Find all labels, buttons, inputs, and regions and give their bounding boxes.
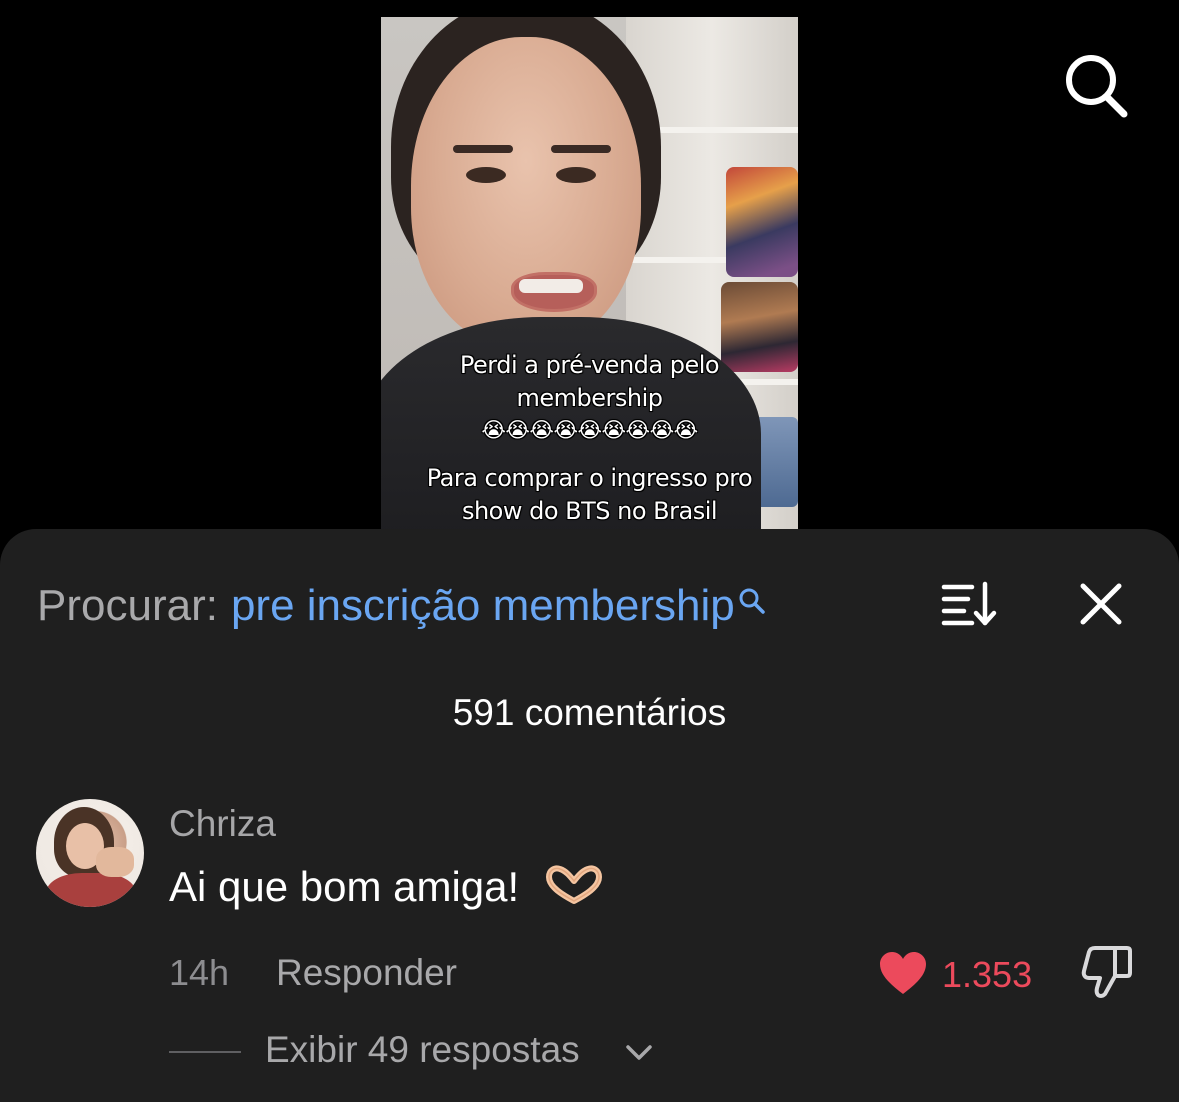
heart-icon bbox=[878, 950, 928, 1001]
caption-line: show do BTS no Brasil bbox=[461, 497, 718, 525]
avatar[interactable] bbox=[36, 799, 144, 907]
comment-timestamp: 14h bbox=[169, 952, 230, 993]
view-replies-button[interactable]: Exibir 49 respostas bbox=[169, 1029, 769, 1079]
heart-hands-icon bbox=[545, 865, 603, 905]
comment-count: 591 comentários bbox=[452, 692, 727, 733]
comment-text: Ai que bom amiga! bbox=[169, 863, 603, 911]
avatar-arm bbox=[96, 847, 134, 877]
video-preview[interactable]: Perdi a pré-venda pelo membership 😭😭😭😭😭😭… bbox=[381, 17, 798, 537]
chevron-down-icon bbox=[625, 1043, 653, 1063]
like-count: 1.353 bbox=[942, 954, 1033, 995]
reply-button[interactable]: Responder bbox=[276, 952, 457, 994]
comment-item: Chriza Ai que bom amiga! 14h Responder 1… bbox=[0, 797, 1179, 1102]
brow bbox=[551, 145, 611, 153]
like-button[interactable]: 1.353 bbox=[878, 947, 1032, 1003]
comment-search-bar[interactable]: Procurar: pre inscrição membership bbox=[37, 576, 917, 636]
replies-divider bbox=[169, 1051, 241, 1053]
caption-emoji: 😭😭😭😭😭😭😭😭😭 bbox=[481, 418, 698, 442]
comment-text-body: Ai que bom amiga! bbox=[169, 863, 520, 910]
brow bbox=[453, 145, 513, 153]
clothes-pile bbox=[726, 167, 798, 277]
video-caption-bottom: Para comprar o ingresso pro show do BTS … bbox=[381, 462, 798, 528]
avatar-shirt bbox=[46, 873, 136, 907]
caption-line: membership bbox=[516, 384, 663, 412]
dislike-icon[interactable] bbox=[1081, 944, 1133, 1000]
close-icon[interactable] bbox=[1078, 581, 1124, 627]
search-label: Procurar: bbox=[37, 581, 218, 630]
caption-line: Para comprar o ingresso pro bbox=[426, 464, 753, 492]
comments-sheet: Procurar: pre inscrição membership 591 c… bbox=[0, 529, 1179, 1102]
eye bbox=[466, 167, 506, 183]
video-caption-top: Perdi a pré-venda pelo membership 😭😭😭😭😭😭… bbox=[381, 349, 798, 445]
screen: Perdi a pré-venda pelo membership 😭😭😭😭😭😭… bbox=[0, 0, 1179, 1102]
search-query-link[interactable]: pre inscrição membership bbox=[231, 581, 735, 631]
search-query-icon bbox=[737, 577, 767, 614]
eye bbox=[556, 167, 596, 183]
comment-username[interactable]: Chriza bbox=[169, 803, 276, 845]
replies-label: Exibir 49 respostas bbox=[265, 1029, 580, 1070]
search-icon[interactable] bbox=[1062, 52, 1130, 118]
person-teeth bbox=[519, 279, 583, 293]
sort-icon[interactable] bbox=[940, 579, 998, 627]
comment-meta: 14h Responder 1.353 bbox=[169, 946, 1169, 1002]
caption-line: Perdi a pré-venda pelo bbox=[459, 351, 720, 379]
